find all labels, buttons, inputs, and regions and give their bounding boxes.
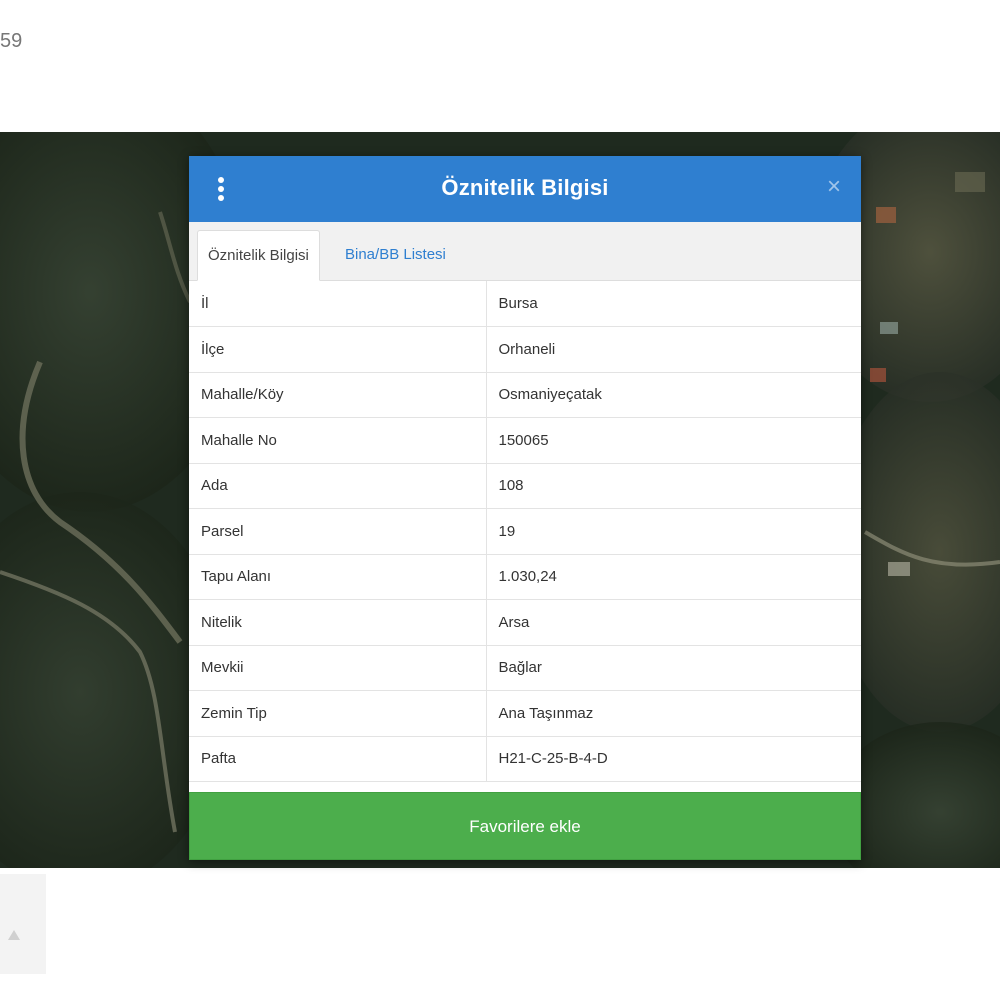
attribute-table: İl Bursa İlçe Orhaneli Mahalle/Köy Osmaniye… bbox=[189, 281, 861, 782]
attribute-key: Mevkii bbox=[189, 645, 487, 691]
table-row: Parsel 19 bbox=[189, 508, 861, 555]
triangle-icon bbox=[8, 930, 20, 940]
red-marker-icon bbox=[0, 880, 9, 910]
tab-attribute-info[interactable]: Öznitelik Bilgisi bbox=[197, 230, 320, 281]
attribute-key: Nitelik bbox=[189, 599, 487, 646]
attribute-value: Osmaniyeçatak bbox=[486, 372, 861, 418]
attribute-value: Ana Taşınmaz bbox=[486, 690, 861, 737]
attribute-value: Arsa bbox=[486, 599, 861, 646]
attribute-value: 108 bbox=[486, 463, 861, 509]
attribute-value: Bursa bbox=[486, 281, 861, 327]
attribute-value: H21-C-25-B-4-D bbox=[486, 736, 861, 782]
attribute-key: Parsel bbox=[189, 508, 487, 555]
table-row: Zemin Tip Ana Taşınmaz bbox=[189, 690, 861, 737]
table-row: Ada 108 bbox=[189, 463, 861, 509]
attribute-key: Pafta bbox=[189, 736, 487, 782]
thumbnail-fragment bbox=[0, 874, 46, 974]
modal-header: Öznitelik Bilgisi × bbox=[189, 156, 861, 222]
modal-title: Öznitelik Bilgisi bbox=[441, 175, 609, 200]
attribute-value: 150065 bbox=[486, 417, 861, 464]
tab-bar: Öznitelik Bilgisi Bina/BB Listesi bbox=[189, 222, 861, 281]
attribute-value: Bağlar bbox=[486, 645, 861, 691]
table-row: Pafta H21-C-25-B-4-D bbox=[189, 736, 861, 782]
attribute-key: İlçe bbox=[189, 326, 487, 373]
add-to-favorites-button[interactable]: Favorilere ekle bbox=[189, 792, 861, 860]
attribute-key: İl bbox=[189, 281, 487, 327]
attribute-value: Orhaneli bbox=[486, 326, 861, 373]
attribute-key: Tapu Alanı bbox=[189, 554, 487, 600]
table-row: İlçe Orhaneli bbox=[189, 326, 861, 373]
attribute-key: Zemin Tip bbox=[189, 690, 487, 737]
table-row: Mahalle No 150065 bbox=[189, 417, 861, 464]
attribute-info-modal: Öznitelik Bilgisi × Öznitelik Bilgisi Bi… bbox=[189, 156, 861, 860]
close-icon[interactable]: × bbox=[823, 174, 845, 200]
attribute-key: Mahalle No bbox=[189, 417, 487, 464]
table-row: Nitelik Arsa bbox=[189, 599, 861, 646]
attribute-value: 19 bbox=[486, 508, 861, 555]
table-row: Tapu Alanı 1.030,24 bbox=[189, 554, 861, 600]
table-row: Mahalle/Köy Osmaniyeçatak bbox=[189, 372, 861, 418]
attribute-key: Mahalle/Köy bbox=[189, 372, 487, 418]
page-number-fragment: 59 bbox=[0, 30, 23, 52]
attribute-key: Ada bbox=[189, 463, 487, 509]
tab-building-list[interactable]: Bina/BB Listesi bbox=[335, 230, 456, 280]
table-row: Mevkii Bağlar bbox=[189, 645, 861, 691]
page: 59 Öznitelik Bilgisi × Öznitelik Bilgisi… bbox=[0, 0, 1000, 1000]
table-row: İl Bursa bbox=[189, 281, 861, 327]
attribute-value: 1.030,24 bbox=[486, 554, 861, 600]
